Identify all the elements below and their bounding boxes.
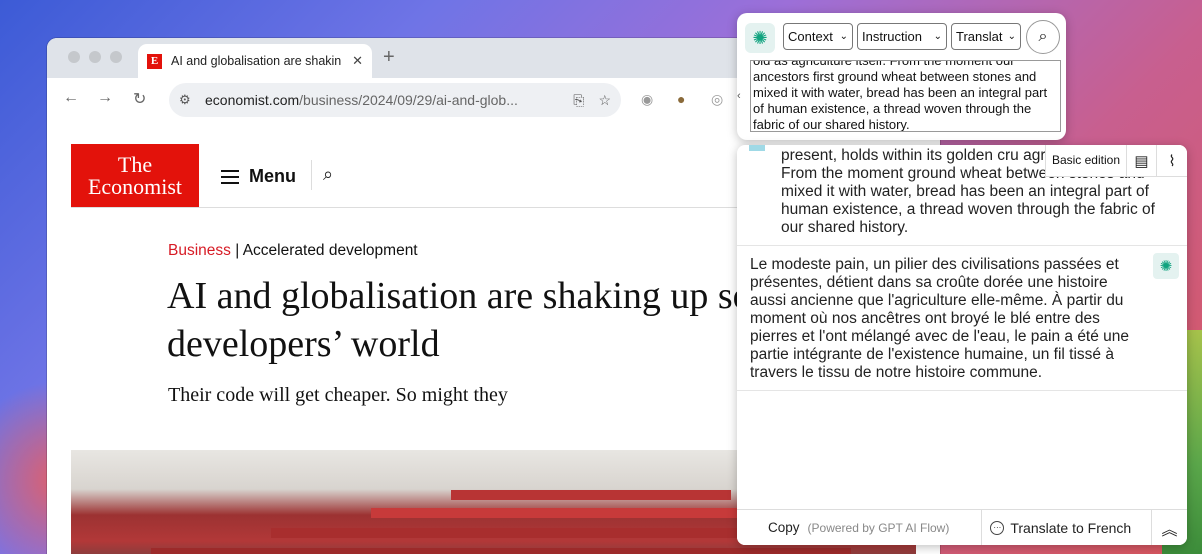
section-link[interactable]: Business xyxy=(168,242,231,259)
reload-icon[interactable]: ↻ xyxy=(133,89,146,109)
new-tab-button[interactable]: + xyxy=(383,46,395,69)
basic-edition-button[interactable]: Basic edition xyxy=(1046,145,1127,176)
bookmark-star-icon[interactable]: ☆ xyxy=(598,92,611,109)
divider xyxy=(737,245,1187,246)
address-bar[interactable]: ⚙ economist.com/business/2024/09/29/ai-a… xyxy=(169,83,621,117)
openai-logo-icon[interactable]: ✺ xyxy=(745,23,775,53)
chevron-down-icon: ⌄ xyxy=(839,31,848,42)
ai-prompt-popup: ✺ Context ⌄ Instruction ⌄ Translat ⌄ ⌕ old … xyxy=(737,13,1066,140)
kicker-text: Accelerated development xyxy=(242,242,418,259)
url-text: economist.com/business/2024/09/29/ai-and… xyxy=(205,92,518,108)
minimize-window-button[interactable] xyxy=(89,51,101,63)
economist-favicon-icon: E xyxy=(147,53,162,69)
broom-icon[interactable]: ⌇ xyxy=(1157,145,1187,176)
close-window-button[interactable] xyxy=(68,51,80,63)
extension-icon[interactable]: ◎ xyxy=(711,91,723,108)
window-controls xyxy=(68,51,122,63)
copy-button[interactable]: Copy xyxy=(768,520,800,535)
menu-button[interactable]: Menu xyxy=(221,166,296,187)
double-chevron-up-icon[interactable]: ︽ xyxy=(1151,510,1187,545)
search-icon[interactable]: ⌕ xyxy=(1026,20,1060,54)
active-tab[interactable]: E AI and globalisation are shaking ✕ xyxy=(138,44,372,78)
panel-footer: Copy (Powered by GPT AI Flow) ··· Transl… xyxy=(737,509,1187,545)
prompt-textarea[interactable]: old as agriculture itself. From the mome… xyxy=(750,60,1061,132)
chat-bubble-icon: ··· xyxy=(990,520,1005,535)
chevron-down-icon: ⌄ xyxy=(1007,31,1016,42)
translation-text: Le modeste pain, un pilier des civilisat… xyxy=(750,256,1130,381)
openai-logo-icon: ✺ xyxy=(1153,253,1179,279)
search-icon[interactable]: ⌕ xyxy=(323,164,333,185)
panel-tools: Basic edition ▤ ⌇ xyxy=(1044,145,1187,177)
install-app-icon[interactable]: ⎘ xyxy=(573,92,584,109)
instruction-select[interactable]: Instruction ⌄ xyxy=(857,23,947,50)
cookie-extension-icon[interactable]: ● xyxy=(677,91,685,107)
hamburger-icon xyxy=(221,169,239,184)
back-arrow-icon[interactable]: ← xyxy=(63,89,79,107)
economist-logo[interactable]: The Economist xyxy=(71,144,199,208)
ai-result-panel: present, holds within its golden cru agr… xyxy=(737,145,1187,545)
tab-title: AI and globalisation are shaking xyxy=(171,54,341,68)
tab-close-icon[interactable]: ✕ xyxy=(352,53,363,69)
camera-extension-icon[interactable]: ◉ xyxy=(641,91,653,108)
markdown-file-icon[interactable]: ▤ xyxy=(1127,145,1157,176)
nav-divider xyxy=(311,160,312,190)
context-select[interactable]: Context ⌄ xyxy=(783,23,853,50)
chevron-down-icon: ⌄ xyxy=(933,31,942,42)
article-kicker: Business | Accelerated development xyxy=(168,242,418,259)
forward-arrow-icon[interactable]: → xyxy=(97,89,113,107)
site-settings-icon[interactable]: ⚙ xyxy=(179,92,197,108)
translate-select[interactable]: Translat ⌄ xyxy=(951,23,1021,50)
chevron-left-icon[interactable]: ‹ xyxy=(737,90,741,102)
divider xyxy=(737,390,1187,391)
translate-to-french-button[interactable]: ··· Translate to French xyxy=(990,520,1131,536)
maximize-window-button[interactable] xyxy=(110,51,122,63)
powered-by-label: (Powered by GPT AI Flow) xyxy=(807,520,950,535)
menu-label: Menu xyxy=(249,166,296,186)
article-standfirst: Their code will get cheaper. So might th… xyxy=(168,384,508,406)
source-marker xyxy=(749,145,765,151)
